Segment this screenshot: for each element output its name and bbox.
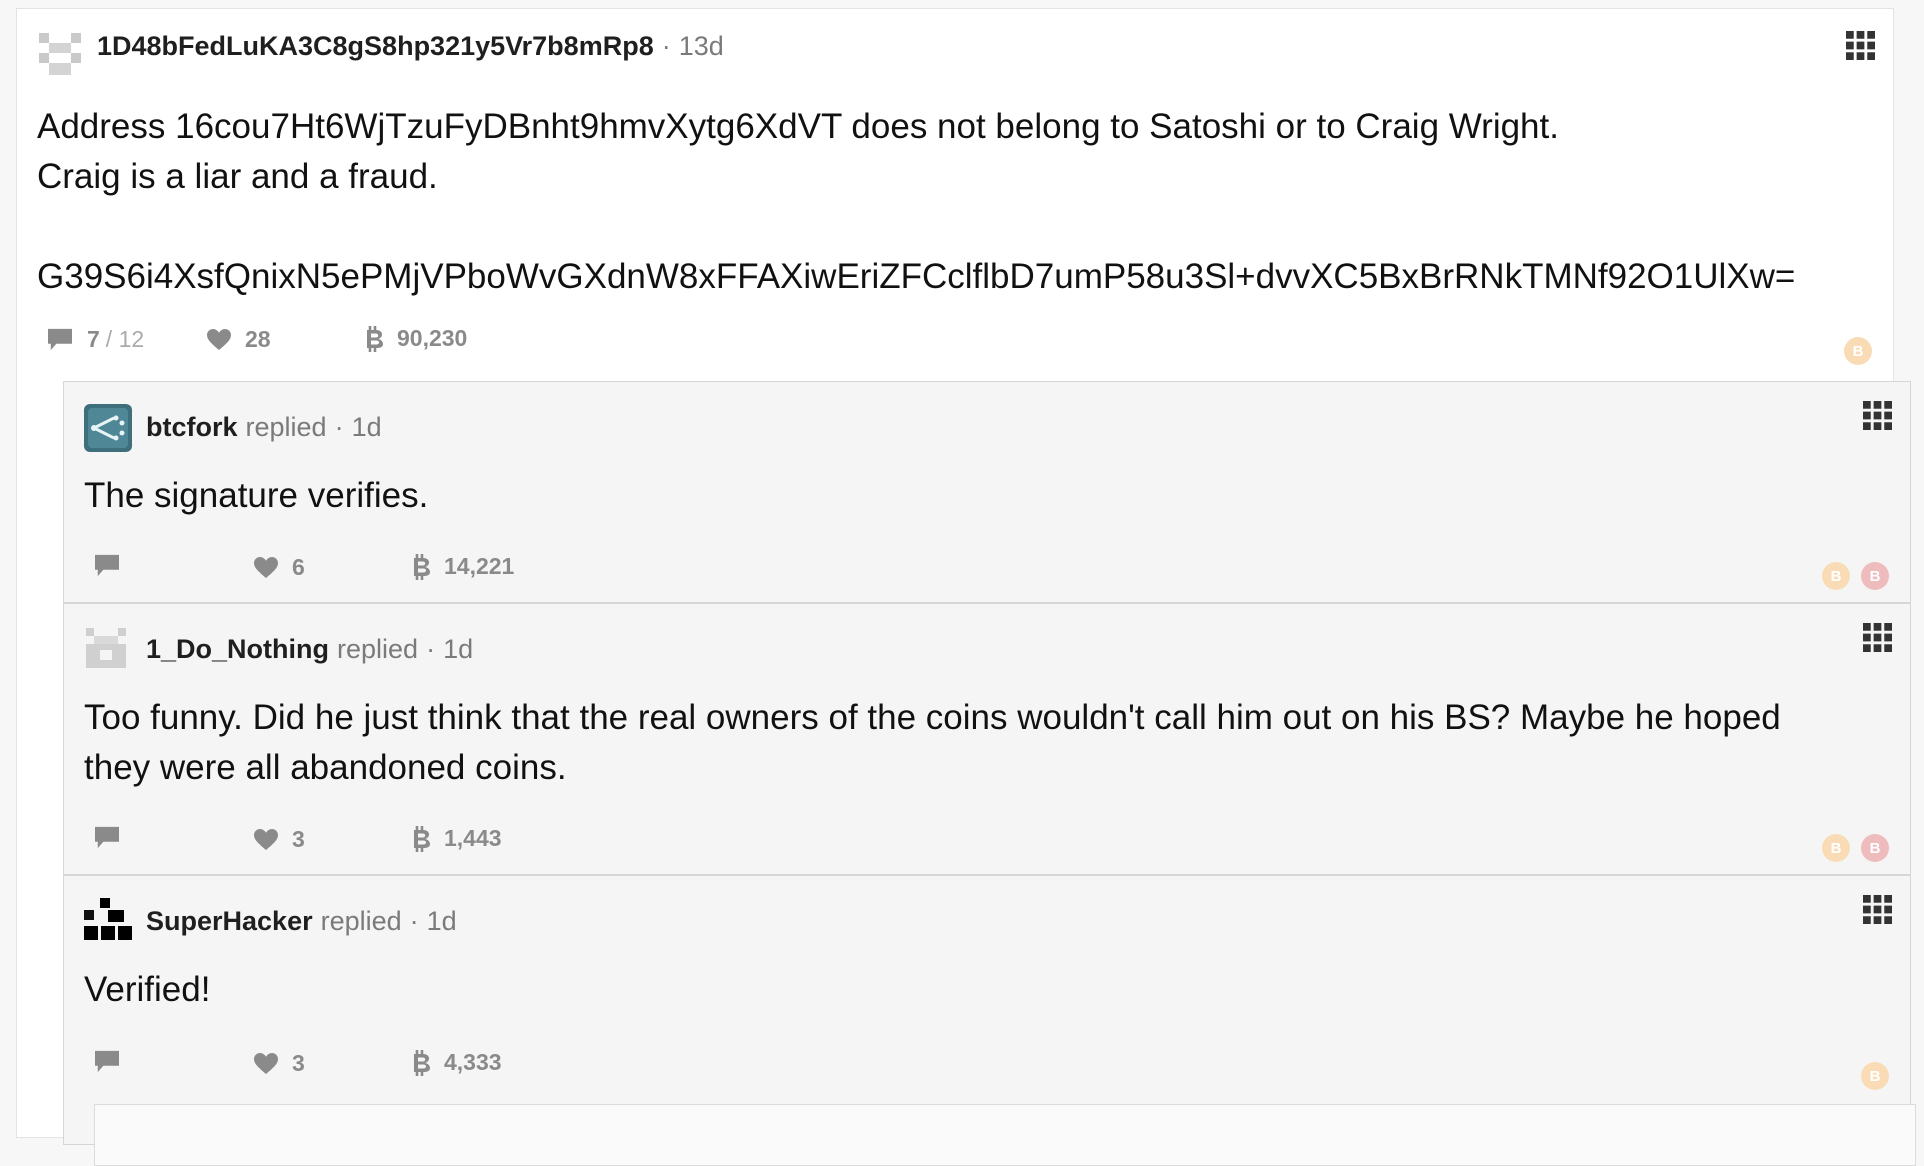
reply-action: replied: [320, 905, 402, 936]
meta-separator: ·: [426, 633, 436, 664]
likes-value: 6: [292, 554, 305, 580]
reply-comment-icon[interactable]: [94, 554, 120, 578]
post-header: 1D48bFedLuKA3C8gS8hp321y5Vr7b8mRp8 · 13d: [97, 27, 724, 65]
like-count[interactable]: 6: [254, 554, 305, 581]
identicon-avatar[interactable]: [84, 898, 132, 946]
meta-separator: ·: [409, 905, 419, 936]
reply-text-line-2: they were all abandoned coins.: [84, 748, 567, 787]
reply-comment-icon[interactable]: [94, 1050, 120, 1074]
tips-value: 90,230: [397, 325, 468, 351]
tip-coin-icon[interactable]: B: [1822, 562, 1850, 590]
reply-age[interactable]: 1d: [443, 634, 473, 665]
reply-comment-icon[interactable]: [94, 826, 120, 850]
menu-grid-icon[interactable]: [1863, 895, 1892, 924]
likes-value: 3: [292, 826, 305, 852]
coin-glyph: B: [1869, 1067, 1881, 1085]
like-count[interactable]: 28: [207, 326, 271, 353]
author-name[interactable]: 1D48bFedLuKA3C8gS8hp321y5Vr7b8mRp8: [97, 31, 654, 62]
author-name[interactable]: 1_Do_Nothing: [146, 634, 329, 665]
coin-glyph: B: [1869, 567, 1881, 585]
coin-glyph: B: [1869, 839, 1881, 857]
replies-shown: 7: [87, 326, 100, 352]
coin-glyph: B: [1830, 839, 1842, 857]
heart-icon: [254, 1053, 278, 1075]
nested-reply-card: [94, 1104, 1916, 1166]
reply-header: 1_Do_Nothing replied · 1d: [146, 630, 473, 668]
heart-icon: [254, 829, 278, 851]
replies-total: / 12: [105, 326, 145, 352]
post-signature: G39S6i4XsfQnixN5ePMjVPboWvGXdnW8xFFAXiwE…: [37, 257, 1796, 296]
identicon-avatar[interactable]: [39, 33, 81, 75]
reply-age[interactable]: 1d: [352, 412, 382, 443]
likes-value: 28: [245, 326, 271, 352]
identicon-avatar[interactable]: [86, 628, 126, 668]
meta-separator: ·: [661, 30, 671, 61]
menu-grid-icon[interactable]: [1863, 623, 1892, 652]
tips-value: 14,221: [444, 553, 515, 579]
tip-coin-icon[interactable]: B: [1822, 834, 1850, 862]
coin-glyph: B: [1852, 342, 1864, 360]
reply-action: replied: [245, 411, 327, 442]
post-text-line-1: Address 16cou7Ht6WjTzuFyDBnht9hmvXytg6Xd…: [37, 107, 1559, 146]
bitcoin-icon: [365, 326, 385, 352]
author-name[interactable]: btcfork: [146, 412, 238, 443]
post-card: 1D48bFedLuKA3C8gS8hp321y5Vr7b8mRp8 · 13d…: [16, 8, 1916, 1166]
reply-action: replied: [337, 633, 419, 664]
like-count[interactable]: 3: [254, 826, 305, 853]
tips-value: 1,443: [444, 825, 502, 851]
reply-header: btcfork replied · 1d: [146, 408, 382, 446]
likes-value: 3: [292, 1050, 305, 1076]
tip-total[interactable]: 4,333: [412, 1049, 502, 1076]
bitcoin-icon: [412, 826, 432, 852]
heart-icon: [254, 557, 278, 579]
reply-card: SuperHacker replied · 1d Verified! 3 4,3…: [63, 875, 1916, 1166]
menu-grid-icon[interactable]: [1846, 31, 1875, 60]
comment-icon: [47, 328, 73, 352]
btcfork-avatar[interactable]: [84, 404, 132, 452]
post-age[interactable]: 13d: [679, 31, 724, 62]
reply-text: The signature verifies.: [84, 476, 429, 515]
reply-text: Verified!: [84, 970, 211, 1009]
coin-glyph: B: [1830, 567, 1842, 585]
post-text-line-2: Craig is a liar and a fraud.: [37, 157, 438, 196]
tip-total[interactable]: 14,221: [412, 553, 514, 580]
reply-header: SuperHacker replied · 1d: [146, 902, 457, 940]
comment-count[interactable]: 7 / 12: [47, 326, 144, 353]
tip-coin-icon[interactable]: B: [1861, 834, 1889, 862]
tip-total[interactable]: 1,443: [412, 825, 502, 852]
meta-separator: ·: [334, 411, 344, 442]
tip-coin-icon[interactable]: B: [1861, 562, 1889, 590]
tip-coin-icon[interactable]: B: [1861, 1062, 1889, 1090]
like-count[interactable]: 3: [254, 1050, 305, 1077]
reply-age[interactable]: 1d: [427, 906, 457, 937]
tips-value: 4,333: [444, 1049, 502, 1075]
tip-total[interactable]: 90,230: [365, 325, 467, 352]
reply-text-line-1: Too funny. Did he just think that the re…: [84, 698, 1781, 737]
author-name[interactable]: SuperHacker: [146, 906, 313, 937]
tip-coin-icon[interactable]: B: [1844, 337, 1872, 365]
reply-card: 1_Do_Nothing replied · 1d Too funny. Did…: [63, 603, 1911, 875]
bitcoin-icon: [412, 554, 432, 580]
menu-grid-icon[interactable]: [1863, 401, 1892, 430]
bitcoin-icon: [412, 1050, 432, 1076]
reply-card: btcfork replied · 1d The signature verif…: [63, 381, 1911, 603]
heart-icon: [207, 329, 231, 351]
